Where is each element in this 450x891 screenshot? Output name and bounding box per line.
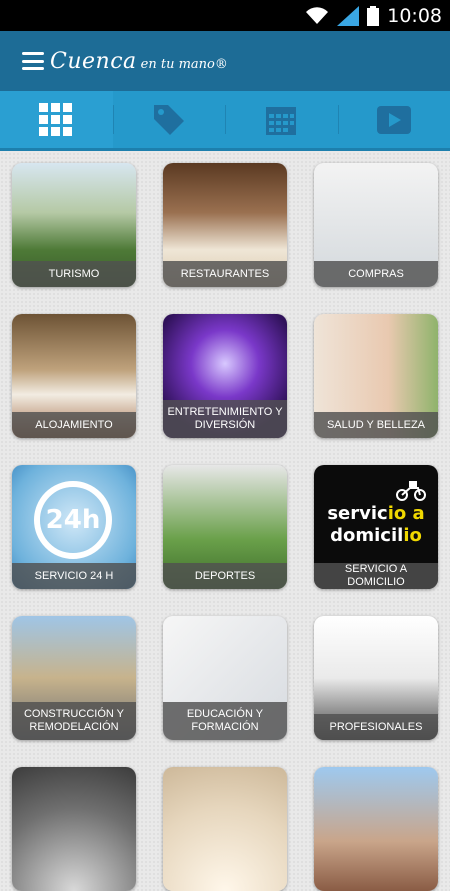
menu-icon[interactable]	[22, 52, 44, 70]
calendar-icon	[265, 104, 297, 136]
tile-label: EDUCACIÓN Y FORMACIÓN	[163, 702, 287, 740]
tile-partial-1[interactable]	[12, 767, 136, 891]
tab-bar	[0, 91, 450, 151]
tab-categories[interactable]	[0, 91, 113, 148]
food-image	[163, 767, 287, 891]
art-text-4: io	[403, 525, 422, 546]
tile-label: PROFESIONALES	[314, 714, 438, 740]
tag-icon	[152, 103, 186, 137]
badge-24h: 24h	[34, 481, 112, 559]
tile-label: ENTRETENIMIENTO Y DIVERSIÓN	[163, 400, 287, 438]
wifi-icon	[305, 7, 329, 25]
video-icon	[377, 106, 411, 134]
status-bar: 10:08	[0, 0, 450, 31]
app-logo: Cuenca en tu mano®	[50, 49, 228, 74]
battery-icon	[367, 6, 379, 26]
tile-alojamiento[interactable]: ALOJAMIENTO	[12, 314, 136, 438]
tile-compras[interactable]: COMPRAS	[314, 163, 438, 287]
art-text-3: domicil	[330, 525, 403, 546]
tab-videos[interactable]	[338, 91, 450, 148]
tile-label: SALUD Y BELLEZA	[314, 412, 438, 438]
tile-construccion[interactable]: CONSTRUCCIÓN Y REMODELACIÓN	[12, 616, 136, 740]
tile-entretenimiento[interactable]: ENTRETENIMIENTO Y DIVERSIÓN	[163, 314, 287, 438]
status-time: 10:08	[387, 5, 442, 27]
tab-events[interactable]	[225, 91, 338, 148]
domicilio-art-text: servicio a domicilio	[320, 503, 432, 547]
tile-label: CONSTRUCCIÓN Y REMODELACIÓN	[12, 702, 136, 740]
clock-image	[12, 767, 136, 891]
tile-restaurantes[interactable]: RESTAURANTES	[163, 163, 287, 287]
tile-turismo[interactable]: TURISMO	[12, 163, 136, 287]
logo-rest: en tu mano®	[141, 57, 228, 72]
grid-icon	[39, 103, 73, 137]
signal-icon	[337, 6, 359, 26]
tile-label: DEPORTES	[163, 563, 287, 589]
tile-label: COMPRAS	[314, 261, 438, 287]
art-text-1: servic	[327, 503, 387, 524]
motorbike-icon	[396, 479, 426, 501]
tile-partial-3[interactable]	[314, 767, 438, 891]
tile-domicilio[interactable]: servicio a domicilio SERVICIO A DOMICILI…	[314, 465, 438, 589]
category-grid: TURISMO RESTAURANTES COMPRAS ALOJAMIENTO…	[12, 163, 438, 891]
tile-label: ALOJAMIENTO	[12, 412, 136, 438]
tile-partial-2[interactable]	[163, 767, 287, 891]
tile-deportes[interactable]: DEPORTES	[163, 465, 287, 589]
tile-educacion[interactable]: EDUCACIÓN Y FORMACIÓN	[163, 616, 287, 740]
tile-label: TURISMO	[12, 261, 136, 287]
tile-label: SERVICIO 24 H	[12, 563, 136, 589]
logo-main: Cuenca	[50, 49, 137, 74]
tile-label: SERVICIO A DOMICILIO	[314, 563, 438, 589]
art-text-2: io a	[388, 503, 425, 524]
app-bar: Cuenca en tu mano®	[0, 31, 450, 91]
tile-servicio-24h[interactable]: 24h SERVICIO 24 H	[12, 465, 136, 589]
building-image	[314, 767, 438, 891]
tab-offers[interactable]	[113, 91, 226, 148]
tile-label: RESTAURANTES	[163, 261, 287, 287]
tile-salud[interactable]: SALUD Y BELLEZA	[314, 314, 438, 438]
tile-profesionales[interactable]: PROFESIONALES	[314, 616, 438, 740]
